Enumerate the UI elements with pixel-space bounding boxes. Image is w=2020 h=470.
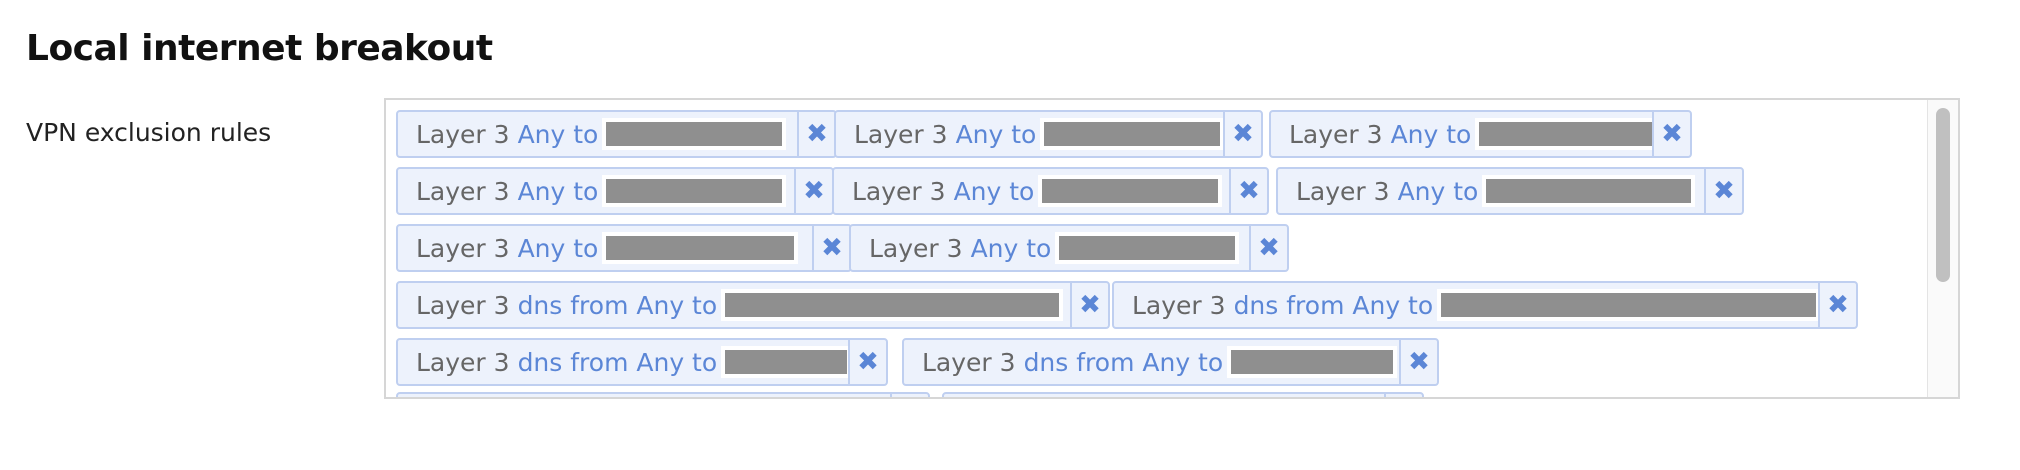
remove-rule-button[interactable]: ✖ bbox=[797, 112, 835, 156]
redacted-destination bbox=[1055, 232, 1240, 264]
rule-description: dns from Any to bbox=[517, 347, 718, 377]
rule-layer: Layer 3 bbox=[869, 233, 963, 263]
rule-chip: Layer 3 dns from Any to ✖ bbox=[902, 338, 1439, 386]
rule-layer: Layer 3 bbox=[416, 233, 510, 263]
rule-chip-body: Layer 3 dns from Any to bbox=[1114, 283, 1818, 327]
scrollbar[interactable] bbox=[1927, 100, 1958, 397]
rule-layer: Layer 3 bbox=[1296, 176, 1390, 206]
rule-description: Any to bbox=[1390, 119, 1472, 149]
redacted-destination bbox=[602, 175, 787, 207]
redacted-destination bbox=[602, 232, 799, 264]
rule-description: Any to bbox=[1397, 176, 1479, 206]
rule-chip-body: Layer 3 dns from Any to bbox=[398, 340, 848, 384]
rule-description: dns from Any to bbox=[517, 290, 718, 320]
redacted-destination bbox=[1038, 175, 1223, 207]
rule-description: dns from Any to bbox=[1023, 347, 1224, 377]
rule-chip-partial bbox=[396, 392, 930, 397]
redacted-destination bbox=[1227, 346, 1398, 378]
redacted-destination bbox=[1482, 175, 1696, 207]
rule-chip: Layer 3 Any to ✖ bbox=[396, 110, 837, 158]
rule-chip: Layer 3 Any to ✖ bbox=[1269, 110, 1692, 158]
redacted-destination bbox=[1437, 289, 1818, 321]
rule-layer: Layer 3 bbox=[416, 176, 510, 206]
rule-chip-body: Layer 3 Any to bbox=[398, 169, 794, 213]
rule-chip: Layer 3 dns from Any to ✖ bbox=[1112, 281, 1858, 329]
rule-chip: Layer 3 dns from Any to ✖ bbox=[396, 281, 1110, 329]
rule-description: Any to bbox=[953, 176, 1035, 206]
rule-layer: Layer 3 bbox=[854, 119, 948, 149]
redacted-destination bbox=[721, 346, 848, 378]
rule-chip-body: Layer 3 dns from Any to bbox=[398, 283, 1070, 327]
rule-chip-body: Layer 3 Any to bbox=[398, 226, 812, 270]
remove-rule-button[interactable]: ✖ bbox=[1704, 169, 1742, 213]
rule-description: Any to bbox=[517, 233, 599, 263]
rule-chip: Layer 3 Any to ✖ bbox=[396, 224, 852, 272]
rule-layer: Layer 3 bbox=[852, 176, 946, 206]
redacted-destination bbox=[602, 118, 787, 150]
rule-layer: Layer 3 bbox=[1132, 290, 1226, 320]
remove-rule-button[interactable]: ✖ bbox=[1070, 283, 1108, 327]
vpn-exclusion-rules-list[interactable]: Layer 3 Any to ✖ Layer 3 Any to ✖ Layer … bbox=[384, 98, 1960, 399]
rule-chip-body bbox=[944, 394, 1384, 397]
rule-description: Any to bbox=[517, 119, 599, 149]
rule-chip-partial bbox=[942, 392, 1424, 397]
redacted-destination bbox=[1040, 118, 1223, 150]
remove-rule-button[interactable]: ✖ bbox=[1399, 340, 1437, 384]
rule-layer: Layer 3 bbox=[922, 347, 1016, 377]
rule-chip: Layer 3 dns from Any to ✖ bbox=[396, 338, 888, 386]
rule-description: Any to bbox=[955, 119, 1037, 149]
scrollbar-thumb[interactable] bbox=[1936, 108, 1950, 282]
redacted-destination bbox=[1475, 118, 1652, 150]
remove-rule-button[interactable]: ✖ bbox=[1249, 226, 1287, 270]
vpn-exclusion-rules-label: VPN exclusion rules bbox=[26, 118, 272, 147]
rule-chip-body: Layer 3 Any to bbox=[1271, 112, 1652, 156]
rule-chip-body: Layer 3 Any to bbox=[398, 112, 797, 156]
rule-chip: Layer 3 Any to ✖ bbox=[1276, 167, 1744, 215]
rule-chip-body: Layer 3 Any to bbox=[836, 112, 1223, 156]
remove-rule-button[interactable]: ✖ bbox=[812, 226, 850, 270]
rule-layer: Layer 3 bbox=[416, 347, 510, 377]
remove-rule-button[interactable] bbox=[1384, 394, 1422, 397]
rule-description: Any to bbox=[517, 176, 599, 206]
rule-chip-body: Layer 3 dns from Any to bbox=[904, 340, 1399, 384]
rule-layer: Layer 3 bbox=[1289, 119, 1383, 149]
remove-rule-button[interactable]: ✖ bbox=[1223, 112, 1261, 156]
remove-rule-button[interactable]: ✖ bbox=[1818, 283, 1856, 327]
remove-rule-button[interactable]: ✖ bbox=[1229, 169, 1267, 213]
rule-chip: Layer 3 Any to ✖ bbox=[849, 224, 1289, 272]
rule-chip-body bbox=[398, 394, 890, 397]
section-title: Local internet breakout bbox=[26, 28, 493, 69]
rule-layer: Layer 3 bbox=[416, 119, 510, 149]
rule-chip: Layer 3 Any to ✖ bbox=[396, 167, 834, 215]
remove-rule-button[interactable]: ✖ bbox=[848, 340, 886, 384]
remove-rule-button[interactable]: ✖ bbox=[1652, 112, 1690, 156]
rule-chip-body: Layer 3 Any to bbox=[851, 226, 1249, 270]
redacted-destination bbox=[721, 289, 1064, 321]
rule-chip: Layer 3 Any to ✖ bbox=[834, 110, 1263, 158]
rule-description: dns from Any to bbox=[1233, 290, 1434, 320]
rule-description: Any to bbox=[970, 233, 1052, 263]
rule-layer: Layer 3 bbox=[416, 290, 510, 320]
rule-chip-body: Layer 3 Any to bbox=[834, 169, 1229, 213]
remove-rule-button[interactable] bbox=[890, 394, 928, 397]
remove-rule-button[interactable]: ✖ bbox=[794, 169, 832, 213]
rule-chip: Layer 3 Any to ✖ bbox=[832, 167, 1269, 215]
rule-chip-body: Layer 3 Any to bbox=[1278, 169, 1704, 213]
